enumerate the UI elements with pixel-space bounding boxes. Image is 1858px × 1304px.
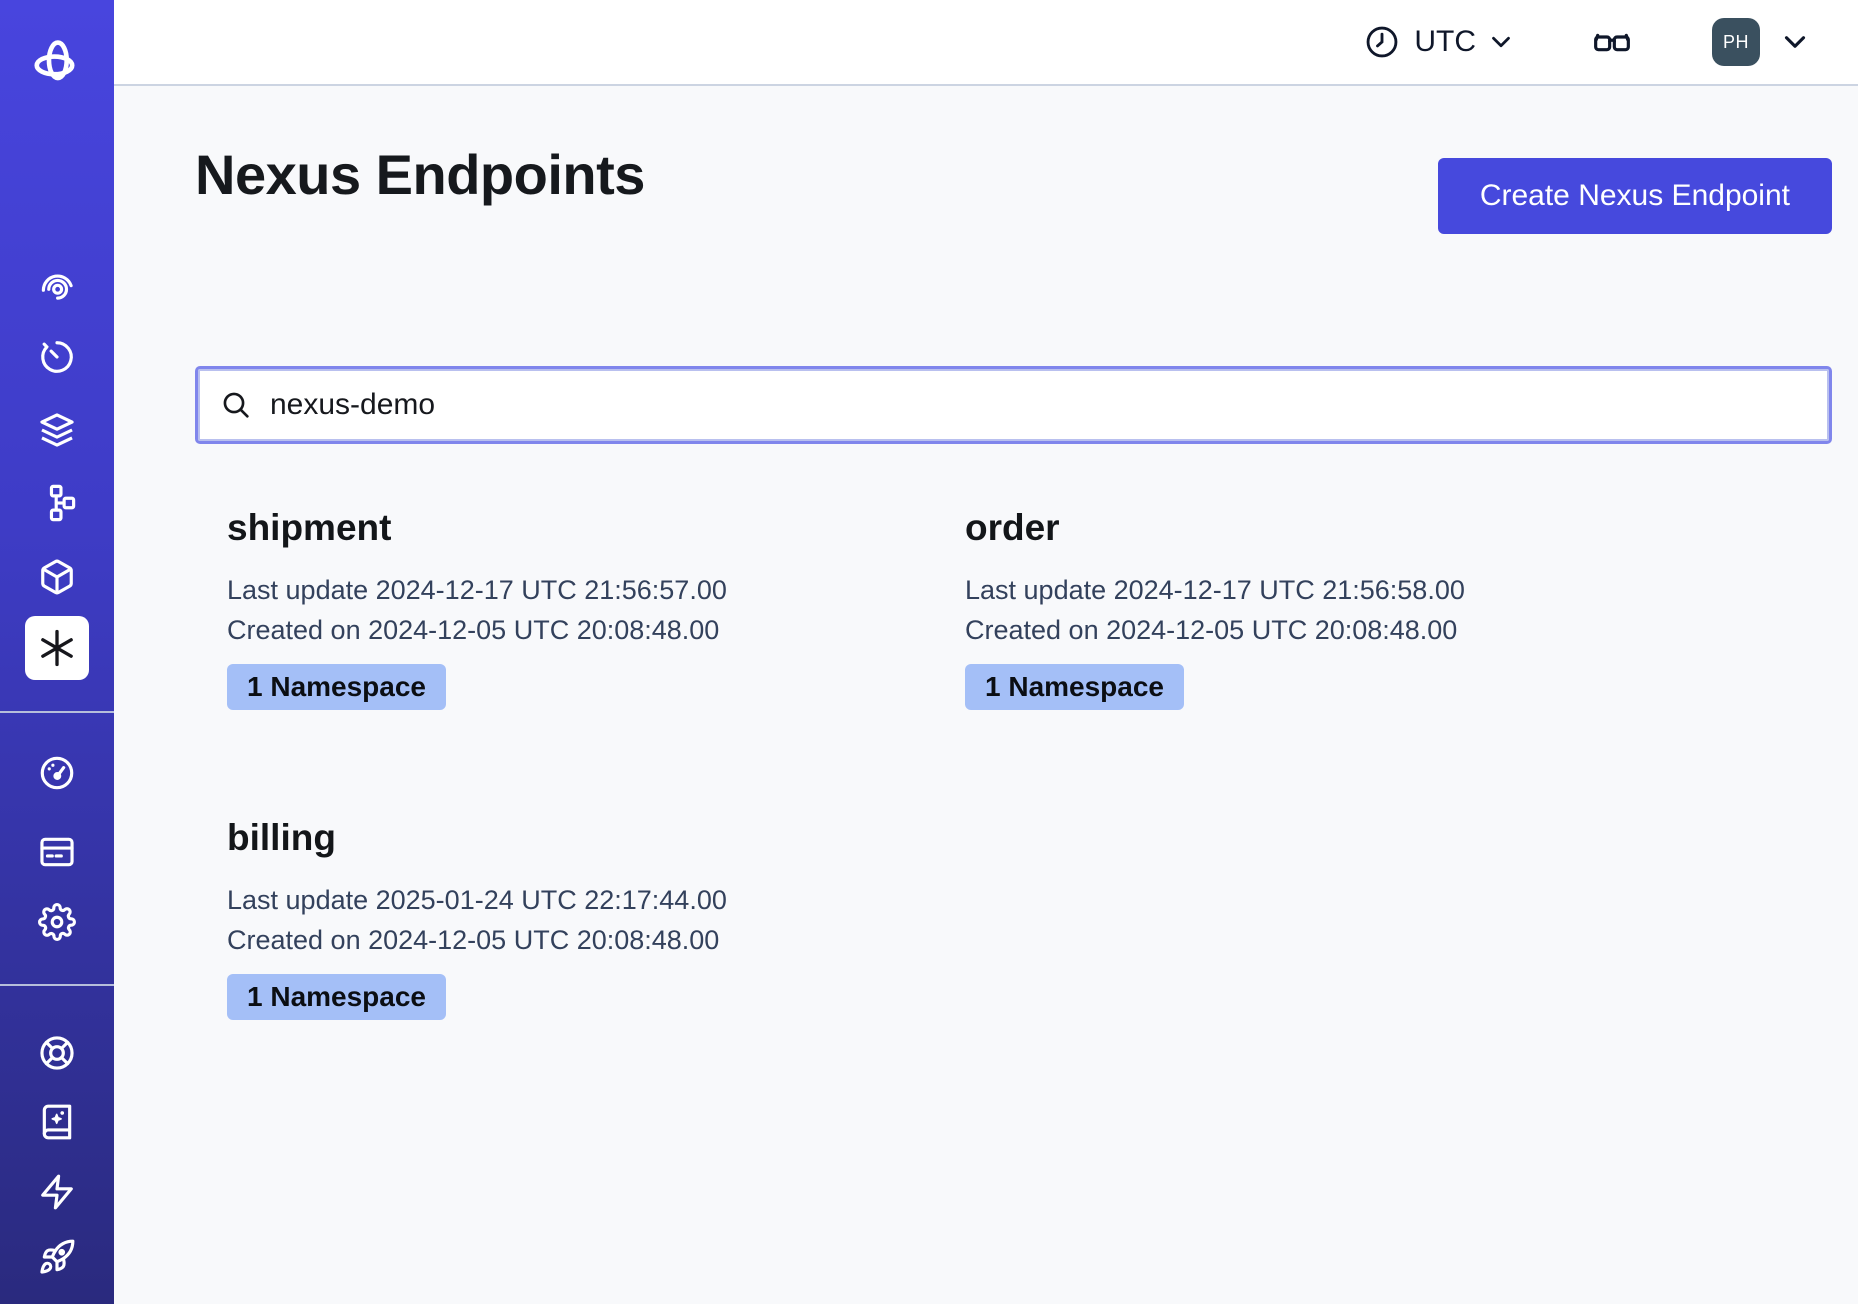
- nexus-asterisk-icon: [36, 627, 78, 669]
- settings-gear-icon: [38, 903, 76, 941]
- endpoint-last-update: Last update 2024-12-17 UTC 21:56:57.00: [227, 570, 965, 610]
- search-icon: [220, 389, 252, 421]
- endpoint-name[interactable]: order: [965, 506, 1703, 550]
- viewer-mode-button[interactable]: [1592, 22, 1632, 62]
- deployments-icon: [38, 484, 76, 522]
- account-menu[interactable]: PH: [1712, 18, 1812, 66]
- sidebar-item-support[interactable]: [25, 1021, 89, 1085]
- search-input[interactable]: [268, 387, 1807, 423]
- namespace-count-badge: 1 Namespace: [227, 974, 446, 1020]
- sidebar: [0, 0, 114, 1304]
- endpoint-created-on: Created on 2024-12-05 UTC 20:08:48.00: [227, 610, 965, 650]
- sidebar-item-settings[interactable]: [25, 890, 89, 954]
- timezone-label: UTC: [1414, 25, 1476, 59]
- batch-operations-icon: [38, 411, 76, 449]
- sidebar-item-schedules[interactable]: [25, 325, 89, 389]
- sidebar-item-nexus[interactable]: [25, 616, 89, 680]
- main-content: Nexus Endpoints Create Nexus Endpoint sh…: [114, 86, 1858, 1304]
- cube-icon: [38, 558, 76, 596]
- endpoints-grid: shipment Last update 2024-12-17 UTC 21:5…: [227, 506, 1832, 1020]
- docs-book-icon: [38, 1103, 76, 1141]
- getting-started-rocket-icon: [38, 1238, 76, 1276]
- namespace-count-badge: 1 Namespace: [965, 664, 1184, 710]
- page-title: Nexus Endpoints: [195, 142, 645, 208]
- app-root: UTC PH Nexus Endpoints Create Nexus: [0, 0, 1858, 1304]
- sidebar-divider: [0, 984, 114, 986]
- billing-icon: [38, 833, 76, 871]
- sidebar-divider: [0, 711, 114, 713]
- endpoint-created-on: Created on 2024-12-05 UTC 20:08:48.00: [965, 610, 1703, 650]
- sidebar-item-deployments[interactable]: [25, 471, 89, 535]
- endpoint-created-on: Created on 2024-12-05 UTC 20:08:48.00: [227, 920, 965, 960]
- avatar[interactable]: PH: [1712, 18, 1760, 66]
- endpoint-last-update: Last update 2025-01-24 UTC 22:17:44.00: [227, 880, 965, 920]
- sidebar-item-getting-started[interactable]: [25, 1225, 89, 1289]
- sidebar-item-usage[interactable]: [25, 741, 89, 805]
- endpoint-card[interactable]: billing Last update 2025-01-24 UTC 22:17…: [227, 816, 965, 1020]
- endpoint-last-update: Last update 2024-12-17 UTC 21:56:58.00: [965, 570, 1703, 610]
- sidebar-item-workflows[interactable]: [25, 256, 89, 320]
- temporal-logo[interactable]: [25, 30, 89, 94]
- quickstart-zap-icon: [38, 1173, 76, 1211]
- workflows-icon: [38, 269, 76, 307]
- endpoint-card[interactable]: shipment Last update 2024-12-17 UTC 21:5…: [227, 506, 965, 710]
- title-row: Nexus Endpoints Create Nexus Endpoint: [195, 142, 1832, 234]
- support-life-ring-icon: [38, 1034, 76, 1072]
- chevron-down-icon: [1778, 25, 1812, 59]
- namespace-count-badge: 1 Namespace: [227, 664, 446, 710]
- sidebar-item-billing[interactable]: [25, 820, 89, 884]
- usage-gauge-icon: [38, 754, 76, 792]
- timezone-selector[interactable]: UTC: [1364, 24, 1516, 60]
- sidebar-item-services[interactable]: [25, 545, 89, 609]
- sidebar-item-batch-operations[interactable]: [25, 398, 89, 462]
- search-bar[interactable]: [195, 366, 1832, 444]
- schedules-icon: [38, 338, 76, 376]
- endpoint-name[interactable]: shipment: [227, 506, 965, 550]
- chevron-down-icon: [1486, 27, 1516, 57]
- sidebar-item-docs[interactable]: [25, 1090, 89, 1154]
- topbar: UTC PH: [114, 0, 1858, 86]
- endpoint-name[interactable]: billing: [227, 816, 965, 860]
- glasses-icon: [1592, 22, 1632, 62]
- endpoint-card[interactable]: order Last update 2024-12-17 UTC 21:56:5…: [965, 506, 1703, 710]
- temporal-logo-icon: [30, 35, 84, 89]
- sidebar-item-quickstart[interactable]: [25, 1160, 89, 1224]
- create-nexus-endpoint-button[interactable]: Create Nexus Endpoint: [1438, 158, 1832, 234]
- clock-icon: [1364, 24, 1400, 60]
